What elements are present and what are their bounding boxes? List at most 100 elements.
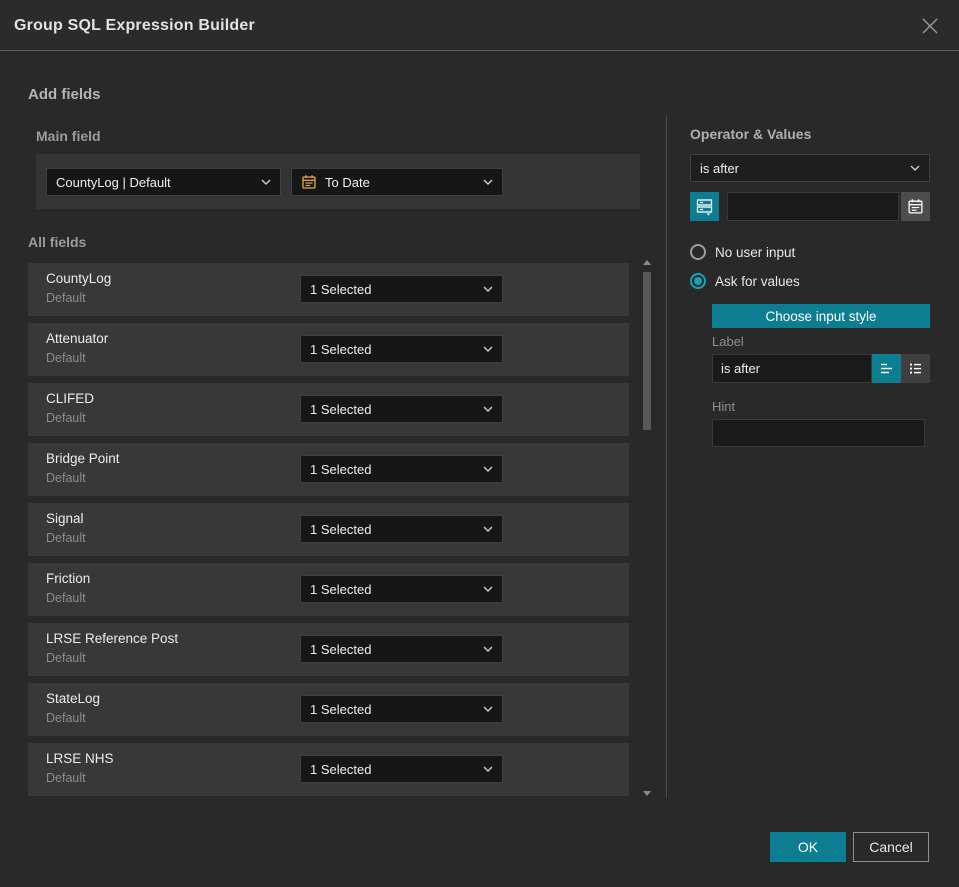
main-field-container: CountyLog | Default To Date xyxy=(36,154,640,209)
fields-scrollbar[interactable] xyxy=(643,258,652,798)
field-row: Attenuator Default 1 Selected xyxy=(28,323,629,376)
list-style-toggle[interactable] xyxy=(901,354,930,383)
unique-values-button[interactable] xyxy=(690,192,719,221)
chevron-down-icon xyxy=(483,346,493,352)
radio-ask-for-values[interactable]: Ask for values xyxy=(690,273,800,289)
field-subtitle: Default xyxy=(46,771,86,785)
operator-select[interactable]: is after xyxy=(690,154,930,182)
field-name: Signal xyxy=(46,511,84,526)
field-selected-dropdown[interactable]: 1 Selected xyxy=(300,275,503,303)
main-field-select-value: CountyLog | Default xyxy=(56,174,171,190)
add-fields-heading: Add fields xyxy=(28,86,101,103)
scrollbar-thumb[interactable] xyxy=(643,272,651,430)
selected-count: 1 Selected xyxy=(310,641,372,657)
close-icon[interactable] xyxy=(921,17,939,35)
radio-no-user-input-label: No user input xyxy=(715,244,796,260)
align-left-icon xyxy=(881,363,892,374)
field-row: Signal Default 1 Selected xyxy=(28,503,629,556)
all-fields-list: CountyLog Default 1 Selected Attenuator … xyxy=(28,263,629,803)
date-field-select[interactable]: To Date xyxy=(291,168,503,196)
chevron-down-icon xyxy=(483,286,493,292)
dialog-title: Group SQL Expression Builder xyxy=(14,17,255,34)
panel-divider xyxy=(666,115,667,798)
label-input[interactable] xyxy=(712,354,872,383)
unique-values-icon xyxy=(696,199,713,216)
field-subtitle: Default xyxy=(46,351,86,365)
chevron-down-icon xyxy=(483,179,493,185)
field-subtitle: Default xyxy=(46,651,86,665)
field-name: Friction xyxy=(46,571,91,586)
single-line-style-toggle[interactable] xyxy=(872,354,901,383)
field-name: Attenuator xyxy=(46,331,109,346)
chevron-down-icon xyxy=(483,406,493,412)
field-selected-dropdown[interactable]: 1 Selected xyxy=(300,455,503,483)
scroll-down-icon[interactable] xyxy=(643,791,651,796)
field-name: LRSE NHS xyxy=(46,751,114,766)
selected-count: 1 Selected xyxy=(310,341,372,357)
selected-count: 1 Selected xyxy=(310,401,372,417)
chevron-down-icon xyxy=(483,646,493,652)
selected-count: 1 Selected xyxy=(310,521,372,537)
cancel-button[interactable]: Cancel xyxy=(853,832,929,862)
field-name: CountyLog xyxy=(46,271,112,286)
selected-count: 1 Selected xyxy=(310,281,372,297)
chevron-down-icon xyxy=(910,165,920,171)
field-selected-dropdown[interactable]: 1 Selected xyxy=(300,515,503,543)
date-picker-button[interactable] xyxy=(901,192,930,221)
field-subtitle: Default xyxy=(46,291,86,305)
field-row: Friction Default 1 Selected xyxy=(28,563,629,616)
chevron-down-icon xyxy=(483,586,493,592)
field-selected-dropdown[interactable]: 1 Selected xyxy=(300,635,503,663)
chevron-down-icon xyxy=(261,179,271,185)
dialog-header: Group SQL Expression Builder xyxy=(0,0,959,51)
selected-count: 1 Selected xyxy=(310,461,372,477)
radio-circle-icon xyxy=(690,244,706,260)
field-subtitle: Default xyxy=(46,411,86,425)
field-row: Bridge Point Default 1 Selected xyxy=(28,443,629,496)
calendar-icon xyxy=(301,174,317,190)
chevron-down-icon xyxy=(483,706,493,712)
main-field-select[interactable]: CountyLog | Default xyxy=(46,168,281,196)
chevron-down-icon xyxy=(483,466,493,472)
calendar-icon xyxy=(908,199,923,214)
list-icon xyxy=(910,363,921,374)
label-caption: Label xyxy=(712,334,744,349)
field-subtitle: Default xyxy=(46,531,86,545)
field-name: CLIFED xyxy=(46,391,95,406)
date-field-select-value: To Date xyxy=(325,174,370,190)
main-field-label: Main field xyxy=(36,128,101,144)
radio-no-user-input[interactable]: No user input xyxy=(690,244,795,260)
field-row: CLIFED Default 1 Selected xyxy=(28,383,629,436)
field-selected-dropdown[interactable]: 1 Selected xyxy=(300,755,503,783)
selected-count: 1 Selected xyxy=(310,581,372,597)
value-input[interactable] xyxy=(727,192,899,221)
field-row: CountyLog Default 1 Selected xyxy=(28,263,629,316)
field-selected-dropdown[interactable]: 1 Selected xyxy=(300,335,503,363)
field-name: LRSE Reference Post xyxy=(46,631,179,646)
field-row: LRSE NHS Default 1 Selected xyxy=(28,743,629,796)
hint-input[interactable] xyxy=(712,419,925,447)
field-selected-dropdown[interactable]: 1 Selected xyxy=(300,695,503,723)
all-fields-label: All fields xyxy=(28,234,87,250)
choose-input-style-button[interactable]: Choose input style xyxy=(712,304,930,328)
operator-select-value: is after xyxy=(700,160,740,176)
radio-circle-checked-icon xyxy=(690,273,706,289)
ok-button[interactable]: OK xyxy=(770,832,846,862)
field-selected-dropdown[interactable]: 1 Selected xyxy=(300,395,503,423)
radio-ask-for-values-label: Ask for values xyxy=(715,273,800,289)
scroll-up-icon[interactable] xyxy=(643,260,651,265)
field-subtitle: Default xyxy=(46,471,86,485)
field-subtitle: Default xyxy=(46,591,86,605)
field-name: StateLog xyxy=(46,691,101,706)
field-row: StateLog Default 1 Selected xyxy=(28,683,629,736)
field-subtitle: Default xyxy=(46,711,86,725)
chevron-down-icon xyxy=(483,526,493,532)
chevron-down-icon xyxy=(483,766,493,772)
operator-values-heading: Operator & Values xyxy=(690,126,812,142)
field-row: LRSE Reference Post Default 1 Selected xyxy=(28,623,629,676)
selected-count: 1 Selected xyxy=(310,701,372,717)
selected-count: 1 Selected xyxy=(310,761,372,777)
field-selected-dropdown[interactable]: 1 Selected xyxy=(300,575,503,603)
hint-caption: Hint xyxy=(712,399,736,414)
field-name: Bridge Point xyxy=(46,451,120,466)
